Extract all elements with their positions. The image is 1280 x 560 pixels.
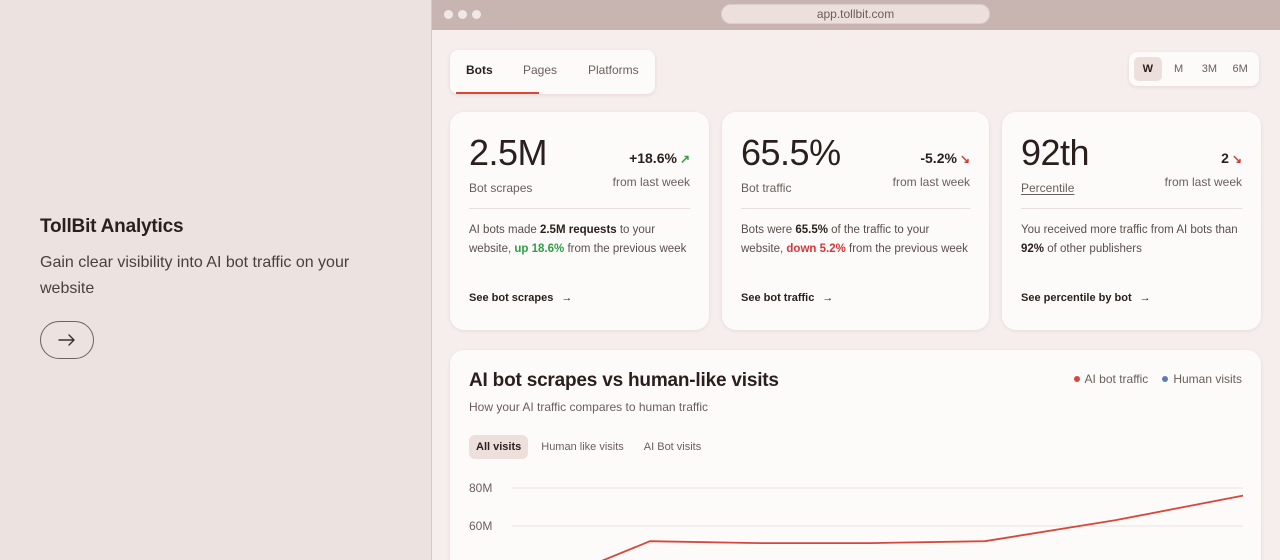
stat-comparison: from last week bbox=[612, 175, 690, 189]
stat-description: Bots were 65.5% of the traffic to your w… bbox=[741, 224, 968, 255]
browser-window: app.tollbit.com Bots Pages Platforms W M… bbox=[431, 0, 1280, 560]
hero-next-button[interactable] bbox=[40, 321, 94, 359]
arrow-down-right-icon: ↘ bbox=[1231, 152, 1242, 166]
legend-human-visits: Human visits bbox=[1162, 372, 1242, 386]
period-selector: W M 3M 6M bbox=[1129, 52, 1259, 86]
filter-all-visits[interactable]: All visits bbox=[469, 435, 529, 459]
period-3-months[interactable]: 3M bbox=[1196, 57, 1224, 81]
arrow-right-icon: → bbox=[1139, 292, 1151, 304]
filter-ai-bot-visits[interactable]: AI Bot visits bbox=[637, 435, 708, 459]
see-bot-traffic-link[interactable]: See bot traffic → bbox=[741, 292, 833, 304]
arrow-right-icon: → bbox=[561, 292, 573, 304]
address-bar[interactable]: app.tollbit.com bbox=[721, 4, 990, 24]
chart-filters: All visits Human like visits AI Bot visi… bbox=[469, 435, 708, 459]
window-dot-maximize[interactable] bbox=[472, 10, 481, 19]
window-controls bbox=[444, 10, 481, 19]
stat-change-value: 2 bbox=[1221, 150, 1229, 166]
filter-human-like-visits[interactable]: Human like visits bbox=[534, 435, 631, 459]
tab-platforms[interactable]: Platforms bbox=[588, 50, 639, 94]
browser-titlebar: app.tollbit.com bbox=[432, 0, 1280, 30]
hero: TollBit Analytics Gain clear visibility … bbox=[40, 216, 370, 302]
y-tick-label: 60M bbox=[469, 519, 492, 533]
divider bbox=[741, 208, 970, 209]
see-bot-scrapes-link[interactable]: See bot scrapes → bbox=[469, 292, 572, 304]
stat-card-bot-traffic: 65.5% -5.2% ↘ Bot traffic from last week … bbox=[722, 112, 989, 330]
hero-subtitle: Gain clear visibility into AI bot traffi… bbox=[40, 254, 350, 297]
section-tabs: Bots Pages Platforms bbox=[450, 50, 655, 94]
stat-value: 92th bbox=[1021, 132, 1090, 173]
divider bbox=[1021, 208, 1242, 209]
stat-change: -5.2% ↘ bbox=[920, 150, 970, 166]
stat-card-bot-scrapes: 2.5M +18.6% ↗ Bot scrapes from last week … bbox=[450, 112, 709, 330]
legend-dot-icon bbox=[1073, 376, 1080, 382]
line-chart: 80M 60M bbox=[469, 481, 1244, 560]
stat-description: You received more traffic from AI bots t… bbox=[1021, 224, 1238, 255]
stat-card-percentile: 92th 2 ↘ Percentile from last week You re… bbox=[1002, 112, 1261, 330]
tab-bots[interactable]: Bots bbox=[456, 50, 539, 94]
chart-card: AI bot scrapes vs human-like visits How … bbox=[450, 350, 1261, 560]
stat-change: +18.6% ↗ bbox=[629, 150, 690, 166]
period-6-months[interactable]: 6M bbox=[1226, 57, 1254, 81]
window-dot-minimize[interactable] bbox=[458, 10, 467, 19]
period-month[interactable]: M bbox=[1165, 57, 1193, 81]
stat-comparison: from last week bbox=[1164, 175, 1242, 189]
arrow-right-icon: → bbox=[822, 292, 834, 304]
arrow-down-right-icon: ↘ bbox=[959, 152, 970, 166]
series-line-ai-bot-traffic bbox=[601, 494, 1244, 560]
legend-ai-bot-traffic: AI bot traffic bbox=[1073, 372, 1148, 386]
chart-subtitle: How your AI traffic compares to human tr… bbox=[469, 400, 708, 414]
window-dot-close[interactable] bbox=[444, 10, 453, 19]
stat-change-value: -5.2% bbox=[920, 150, 957, 166]
stat-change: 2 ↘ bbox=[1221, 150, 1242, 166]
stat-change-value: +18.6% bbox=[629, 150, 677, 166]
legend-dot-icon bbox=[1162, 376, 1169, 382]
y-tick-label: 80M bbox=[469, 481, 492, 495]
period-week[interactable]: W bbox=[1134, 57, 1162, 81]
arrow-right-icon bbox=[58, 334, 75, 346]
see-percentile-by-bot-link[interactable]: See percentile by bot → bbox=[1021, 292, 1151, 304]
divider bbox=[469, 208, 690, 209]
chart-title: AI bot scrapes vs human-like visits bbox=[469, 370, 779, 391]
stat-description: AI bots made 2.5M requests to your websi… bbox=[469, 224, 687, 255]
tab-pages[interactable]: Pages bbox=[523, 50, 588, 94]
hero-title: TollBit Analytics bbox=[40, 216, 184, 237]
chart-legend: AI bot traffic Human visits bbox=[1073, 372, 1242, 386]
stat-comparison: from last week bbox=[892, 175, 970, 189]
arrow-up-right-icon: ↗ bbox=[679, 152, 690, 166]
